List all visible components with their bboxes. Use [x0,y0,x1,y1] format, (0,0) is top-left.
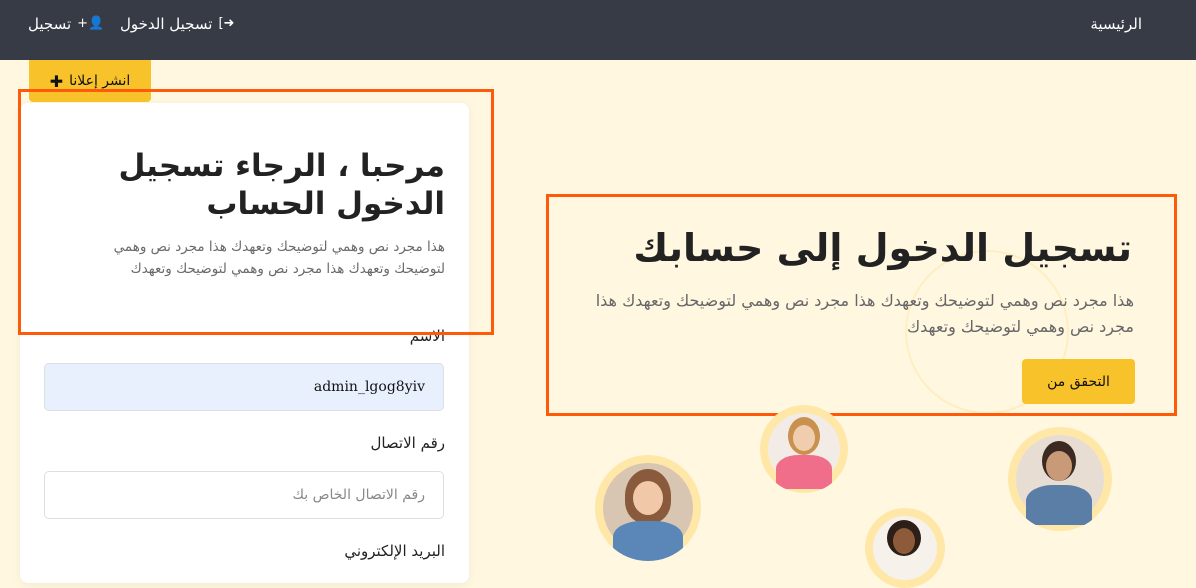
phone-input[interactable] [44,471,444,519]
nav-register-label: تسجيل [28,15,72,33]
name-input[interactable] [44,363,444,411]
nav-register-link[interactable]: 👤+ تسجيل [28,12,104,36]
top-navbar: الرئيسية ➜] تسجيل الدخول 👤+ تسجيل [0,0,1196,60]
nav-home-label: الرئيسية [1090,15,1142,33]
avatar-woman-pink [760,405,848,493]
avatar-woman-waving [865,508,945,588]
highlight-box-form [18,89,494,335]
phone-label: رقم الاتصال [370,434,445,452]
plus-icon: ✚ [49,71,64,91]
nav-login-label: تسجيل الدخول [120,15,213,33]
user-plus-icon: 👤+ [77,16,105,31]
avatar-man-laptop [1008,427,1112,531]
avatar-woman-sunglasses [595,455,701,561]
nav-home-link[interactable]: الرئيسية [1090,12,1142,36]
highlight-box-hero [546,194,1177,416]
nav-login-link[interactable]: ➜] تسجيل الدخول [120,12,234,36]
sign-in-icon: ➜] [218,16,235,31]
email-label: البريد الإلكتروني [344,542,445,560]
post-ad-label: انشر إعلانا [69,73,131,89]
